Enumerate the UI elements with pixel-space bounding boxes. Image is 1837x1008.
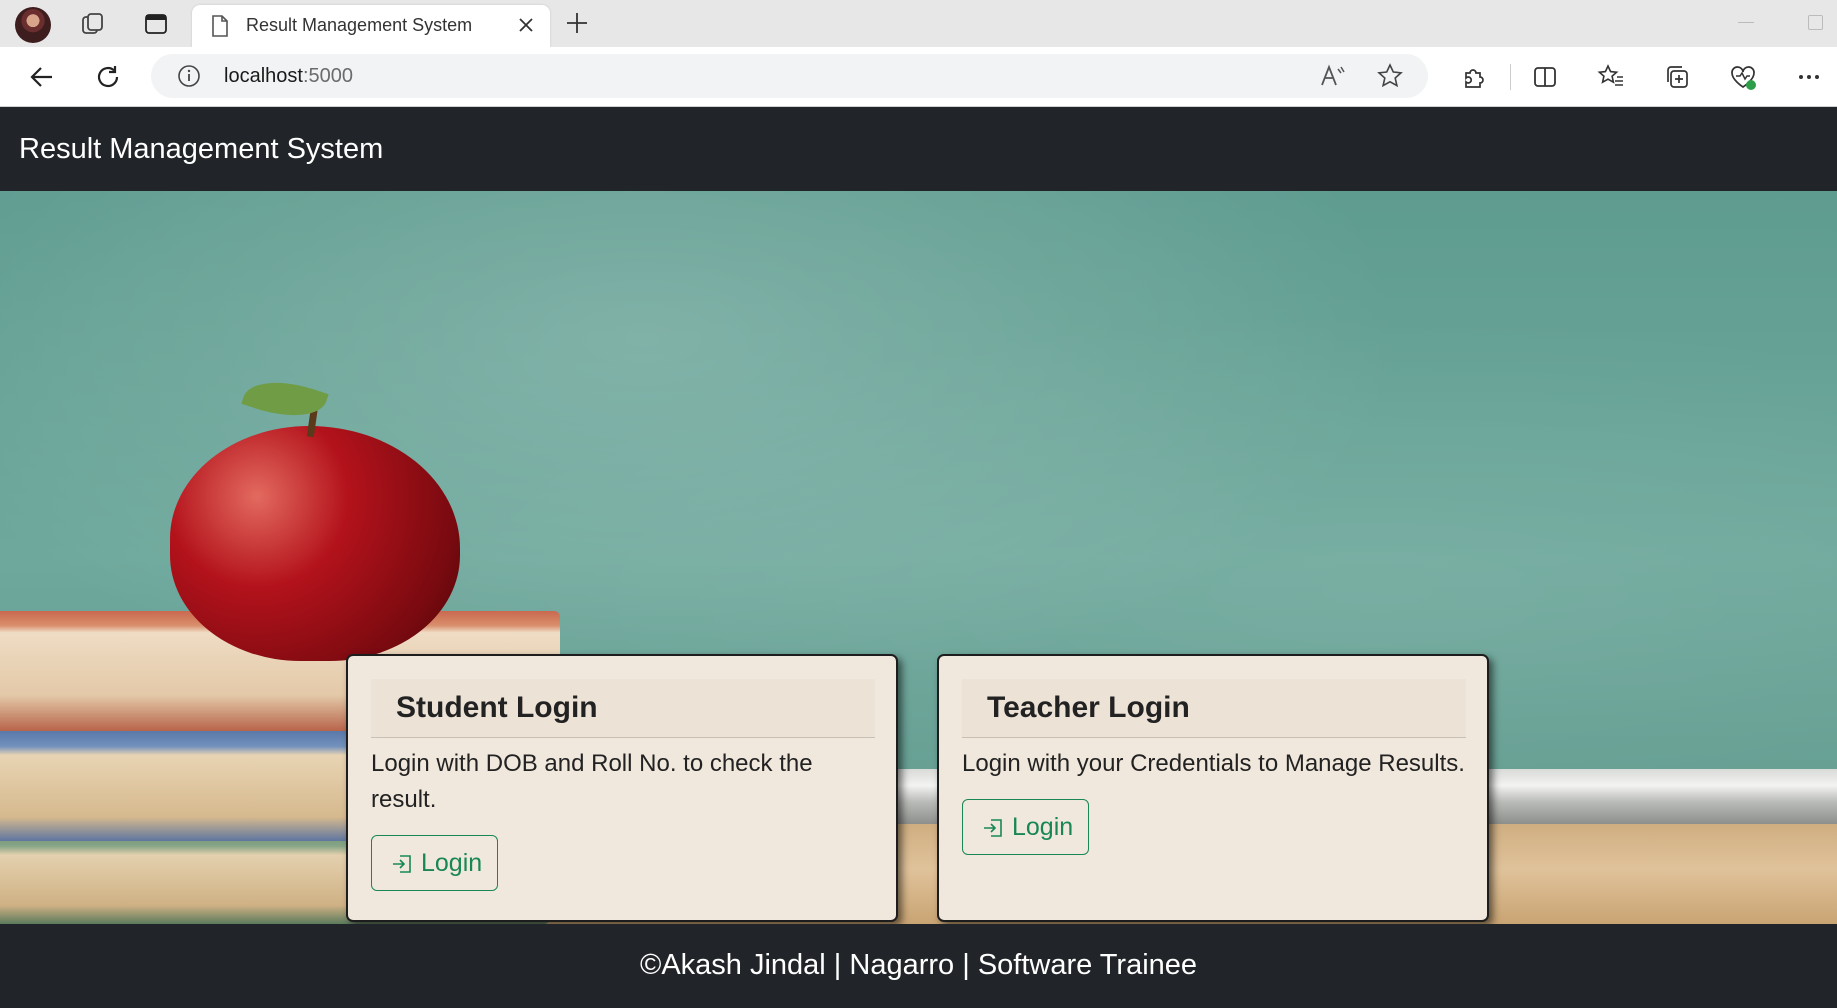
favorites-icon[interactable] <box>1595 61 1627 93</box>
browser-toolbar: localhost:5000 <box>0 47 1837 107</box>
maximize-window-button[interactable] <box>1808 15 1823 30</box>
more-options-icon[interactable] <box>1793 61 1825 93</box>
card-text: Login with your Credentials to Manage Re… <box>962 750 1465 777</box>
site-navbar: Result Management System <box>0 107 1837 191</box>
student-login-card: Student Login Login with DOB and Roll No… <box>346 654 898 922</box>
refresh-icon[interactable] <box>92 61 124 93</box>
footer-text: ©Akash Jindal | Nagarro | Software Train… <box>639 949 1198 981</box>
browser-tabstrip: Result Management System <box>0 0 1837 47</box>
minimize-window-button[interactable] <box>1738 22 1754 23</box>
back-arrow-icon[interactable] <box>26 61 58 93</box>
student-login-button[interactable]: Login <box>371 835 498 891</box>
card-header: Student Login <box>371 679 875 738</box>
profile-avatar[interactable] <box>15 7 51 43</box>
teacher-login-button[interactable]: Login <box>962 799 1089 855</box>
favorite-star-icon[interactable] <box>1377 63 1403 94</box>
tab-title: Result Management System <box>246 15 473 35</box>
url-host: localhost <box>224 65 303 87</box>
vertical-tabs-icon[interactable] <box>142 10 170 38</box>
site-footer: ©Akash Jindal | Nagarro | Software Train… <box>0 924 1837 1008</box>
toolbar-divider <box>1510 64 1511 90</box>
active-tab[interactable]: Result Management System <box>192 5 550 47</box>
button-label: Login <box>1012 813 1074 841</box>
extensions-icon[interactable] <box>1458 61 1490 93</box>
card-text: Login with DOB and Roll No. to check the… <box>371 750 813 813</box>
page-document-icon <box>210 14 230 43</box>
site-info-icon[interactable] <box>177 64 201 93</box>
address-bar[interactable]: localhost:5000 <box>151 54 1428 98</box>
workspaces-icon[interactable] <box>79 10 107 38</box>
close-tab-icon[interactable] <box>516 15 536 40</box>
collections-icon[interactable] <box>1661 61 1693 93</box>
card-title: Teacher Login <box>987 691 1190 724</box>
card-header: Teacher Login <box>962 679 1466 738</box>
teacher-login-card: Teacher Login Login with your Credential… <box>937 654 1489 922</box>
read-aloud-icon[interactable] <box>1319 63 1347 94</box>
new-tab-icon[interactable] <box>563 9 591 42</box>
browser-essentials-icon[interactable] <box>1727 61 1759 93</box>
url-text[interactable]: localhost:5000 <box>224 65 353 88</box>
apple-image <box>170 426 460 661</box>
url-port: :5000 <box>302 65 353 87</box>
button-label: Login <box>421 849 483 877</box>
hero-background: Student Login Login with DOB and Roll No… <box>0 191 1837 924</box>
login-arrow-icon <box>391 852 415 883</box>
navbar-brand[interactable]: Result Management System <box>19 133 383 166</box>
split-screen-icon[interactable] <box>1529 61 1561 93</box>
card-title: Student Login <box>396 691 598 724</box>
login-arrow-icon <box>982 816 1006 847</box>
